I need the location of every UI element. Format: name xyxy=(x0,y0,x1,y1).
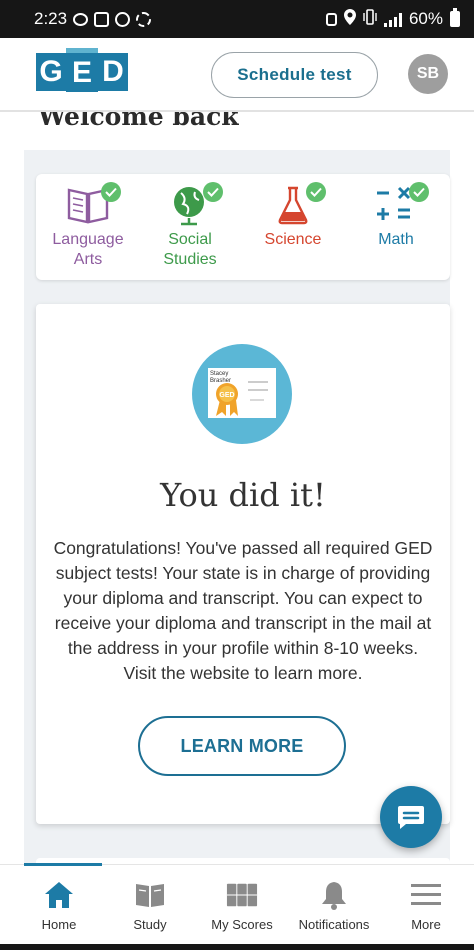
logo-letter-d: D xyxy=(98,53,128,91)
nav-my-scores-label: My Scores xyxy=(211,917,273,932)
system-nav-bar xyxy=(0,944,474,950)
certificate-seal-text: GED xyxy=(219,392,234,399)
vibrate-icon xyxy=(363,8,377,30)
nav-notifications[interactable]: Notifications xyxy=(288,879,380,932)
welcome-heading: Welcome back xyxy=(38,112,239,131)
at-sign-icon xyxy=(115,11,131,27)
bottom-nav: Home Study My Scores Notifications More xyxy=(0,863,474,944)
status-bar: 2:23 60% xyxy=(0,0,474,38)
flask-icon xyxy=(270,182,326,226)
scores-icon xyxy=(226,879,258,911)
check-icon xyxy=(203,182,223,202)
subject-social-studies[interactable]: Social Studies xyxy=(140,182,240,270)
logo-letter-g: G xyxy=(36,53,66,91)
bell-icon xyxy=(318,879,350,911)
check-icon xyxy=(101,182,121,202)
logo-letter-e: E xyxy=(66,48,98,92)
chat-bubble-icon xyxy=(398,806,424,829)
subjects-card: Language Arts Social Studies Science Mat… xyxy=(36,174,450,280)
subject-label: Language Arts xyxy=(52,231,124,268)
subject-label: Math xyxy=(378,231,414,248)
nav-home-label: Home xyxy=(41,917,77,932)
nav-more[interactable]: More xyxy=(380,879,472,932)
signal-icon xyxy=(383,12,402,27)
certificate-name: Stacey Brasher xyxy=(210,371,231,384)
ged-logo[interactable]: G E D xyxy=(36,48,128,92)
nav-home[interactable]: Home xyxy=(13,879,105,932)
study-book-icon xyxy=(134,879,166,911)
certificate-icon: Stacey Brasher GED xyxy=(208,368,276,418)
nav-my-scores[interactable]: My Scores xyxy=(196,879,288,932)
certificate-badge: Stacey Brasher GED xyxy=(192,344,292,444)
main-content[interactable]: Welcome back Language Arts Social Studie… xyxy=(0,112,474,864)
schedule-test-button[interactable]: Schedule test xyxy=(211,52,378,98)
completion-card: Stacey Brasher GED You did it! Congratula… xyxy=(36,304,450,824)
math-symbols-icon xyxy=(373,182,429,226)
active-tab-indicator xyxy=(24,863,102,866)
lock-icon xyxy=(325,12,337,26)
subject-label: Science xyxy=(264,231,322,248)
subject-label: Social Studies xyxy=(163,231,217,268)
location-icon xyxy=(343,8,356,30)
subject-language-arts[interactable]: Language Arts xyxy=(38,182,138,270)
status-time: 2:23 xyxy=(34,9,68,28)
nav-study-label: Study xyxy=(133,917,167,932)
subject-math[interactable]: Math xyxy=(346,182,446,250)
globe-icon xyxy=(167,182,223,226)
subject-science[interactable]: Science xyxy=(243,182,343,250)
avatar[interactable]: SB xyxy=(408,54,448,94)
app-header: G E D Schedule test SB xyxy=(0,38,474,112)
sync-icon xyxy=(136,11,152,27)
home-icon xyxy=(43,879,75,911)
book-icon xyxy=(65,182,121,226)
nav-study[interactable]: Study xyxy=(104,879,196,932)
battery-icon xyxy=(450,8,460,27)
check-icon xyxy=(409,182,429,202)
nav-more-label: More xyxy=(411,917,441,932)
chat-button[interactable] xyxy=(380,786,442,848)
menu-icon xyxy=(410,879,442,911)
cloud-icon xyxy=(73,12,89,26)
calendar-icon xyxy=(94,11,110,27)
learn-more-button[interactable]: LEARN MORE xyxy=(138,716,346,776)
battery-percent: 60% xyxy=(408,9,443,28)
completion-title: You did it! xyxy=(160,476,326,514)
completion-message: Congratulations! You've passed all requi… xyxy=(53,538,433,683)
nav-notifications-label: Notifications xyxy=(298,917,370,932)
check-icon xyxy=(306,182,326,202)
